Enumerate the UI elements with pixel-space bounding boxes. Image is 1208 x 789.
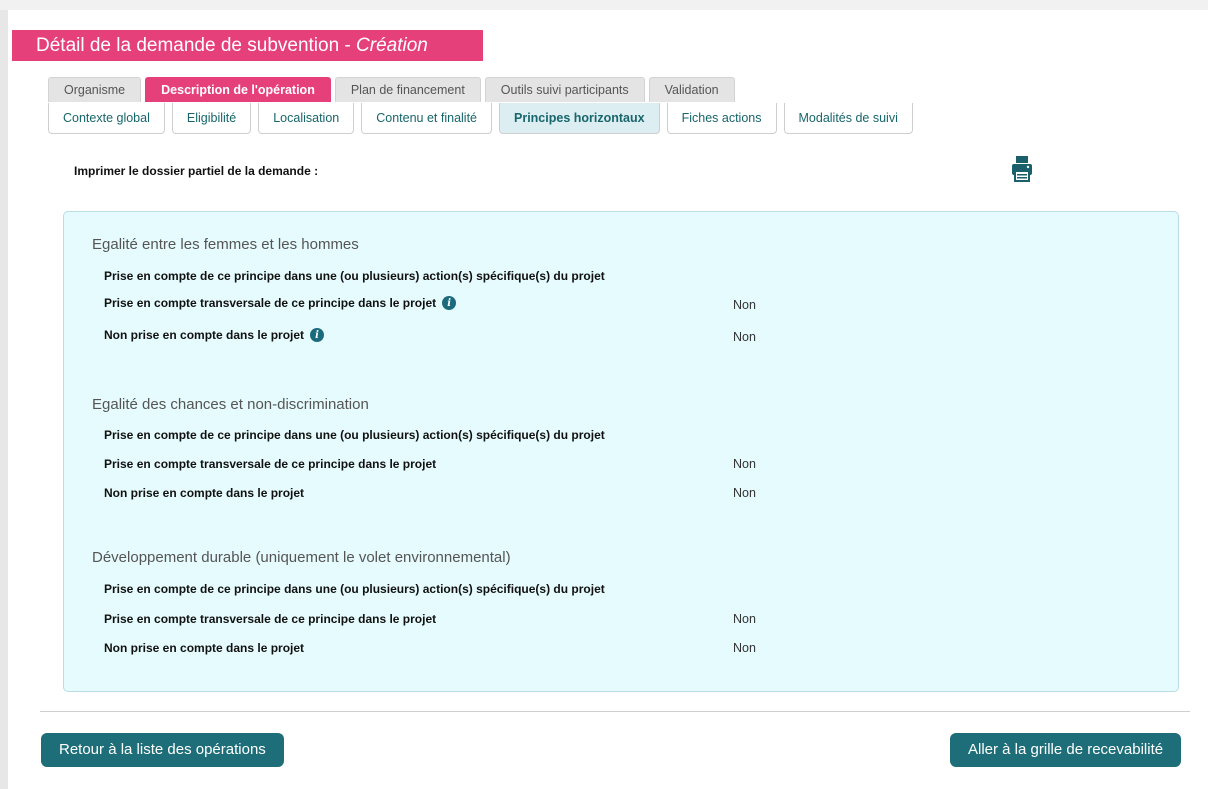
subtab-fiches-actions[interactable]: Fiches actions [666, 103, 777, 134]
sub-tabs: Contexte global Eligibilité Localisation… [48, 103, 913, 134]
row-label-non-prise-en-compte: Non prise en compte dans le projet i [104, 328, 325, 342]
row-label-text: Prise en compte transversale de ce princ… [104, 457, 437, 471]
section-title-developpement-durable: Développement durable (uniquement le vol… [92, 549, 511, 566]
back-to-operations-button[interactable]: Retour à la liste des opérations [41, 733, 284, 767]
row-label-text: Non prise en compte dans le projet [104, 641, 305, 655]
page-title-text: Détail de la demande de subvention - [36, 35, 357, 56]
subtab-contexte-global[interactable]: Contexte global [48, 103, 165, 134]
tab-validation[interactable]: Validation [648, 77, 735, 102]
tab-outils-suivi-participants[interactable]: Outils suivi participants [484, 77, 645, 102]
info-icon[interactable]: i [442, 296, 457, 310]
row-label-text: Prise en compte transversale de ce princ… [104, 296, 437, 310]
main-tabs: Organisme Description de l'opération Pla… [48, 77, 735, 102]
row-value-transversale: Non [733, 457, 756, 471]
tab-organisme[interactable]: Organisme [48, 77, 142, 102]
row-value-transversale: Non [733, 298, 756, 312]
row-label-transversale: Prise en compte transversale de ce princ… [104, 457, 436, 471]
tab-plan-financement[interactable]: Plan de financement [334, 77, 481, 102]
page-title-mode: Création [356, 35, 428, 56]
row-label-action-specifique: Prise en compte de ce principe dans une … [104, 428, 605, 442]
print-label: Imprimer le dossier partiel de la demand… [74, 164, 319, 178]
row-label-text: Non prise en compte dans le projet [104, 486, 305, 500]
row-label-text: Prise en compte transversale de ce princ… [104, 612, 437, 626]
subtab-contenu-finalite[interactable]: Contenu et finalité [361, 103, 492, 134]
section-title-egalite-chances: Egalité des chances et non-discriminatio… [92, 396, 369, 413]
row-label-text: Prise en compte de ce principe dans une … [104, 269, 605, 283]
row-label-action-specifique: Prise en compte de ce principe dans une … [104, 269, 605, 283]
row-label-text: Prise en compte de ce principe dans une … [104, 428, 605, 442]
subtab-modalites-suivi[interactable]: Modalités de suivi [783, 103, 913, 134]
subtab-eligibilite[interactable]: Eligibilité [171, 103, 252, 134]
row-label-text: Prise en compte de ce principe dans une … [104, 582, 605, 596]
left-edge-bar [0, 10, 8, 789]
row-value-non-prise-en-compte: Non [733, 330, 756, 344]
row-label-transversale: Prise en compte transversale de ce princ… [104, 612, 436, 626]
row-label-action-specifique: Prise en compte de ce principe dans une … [104, 582, 605, 596]
page-title: Détail de la demande de subvention - Cré… [12, 30, 483, 61]
row-value-non-prise-en-compte: Non [733, 641, 756, 655]
row-label-transversale: Prise en compte transversale de ce princ… [104, 296, 457, 310]
section-title-egalite-femmes-hommes: Egalité entre les femmes et les hommes [92, 236, 359, 253]
printer-icon[interactable] [1011, 155, 1033, 183]
subtab-principes-horizontaux[interactable]: Principes horizontaux [499, 103, 660, 134]
info-icon[interactable]: i [310, 328, 325, 342]
subtab-localisation[interactable]: Localisation [258, 103, 355, 134]
top-strip [0, 0, 1208, 10]
divider [40, 711, 1190, 712]
row-label-text: Non prise en compte dans le projet [104, 328, 305, 342]
row-label-non-prise-en-compte: Non prise en compte dans le projet [104, 641, 304, 655]
go-to-recevabilite-button[interactable]: Aller à la grille de recevabilité [950, 733, 1182, 767]
row-value-non-prise-en-compte: Non [733, 486, 756, 500]
row-value-transversale: Non [733, 612, 756, 626]
row-label-non-prise-en-compte: Non prise en compte dans le projet [104, 486, 304, 500]
tab-description-operation[interactable]: Description de l'opération [145, 77, 331, 102]
